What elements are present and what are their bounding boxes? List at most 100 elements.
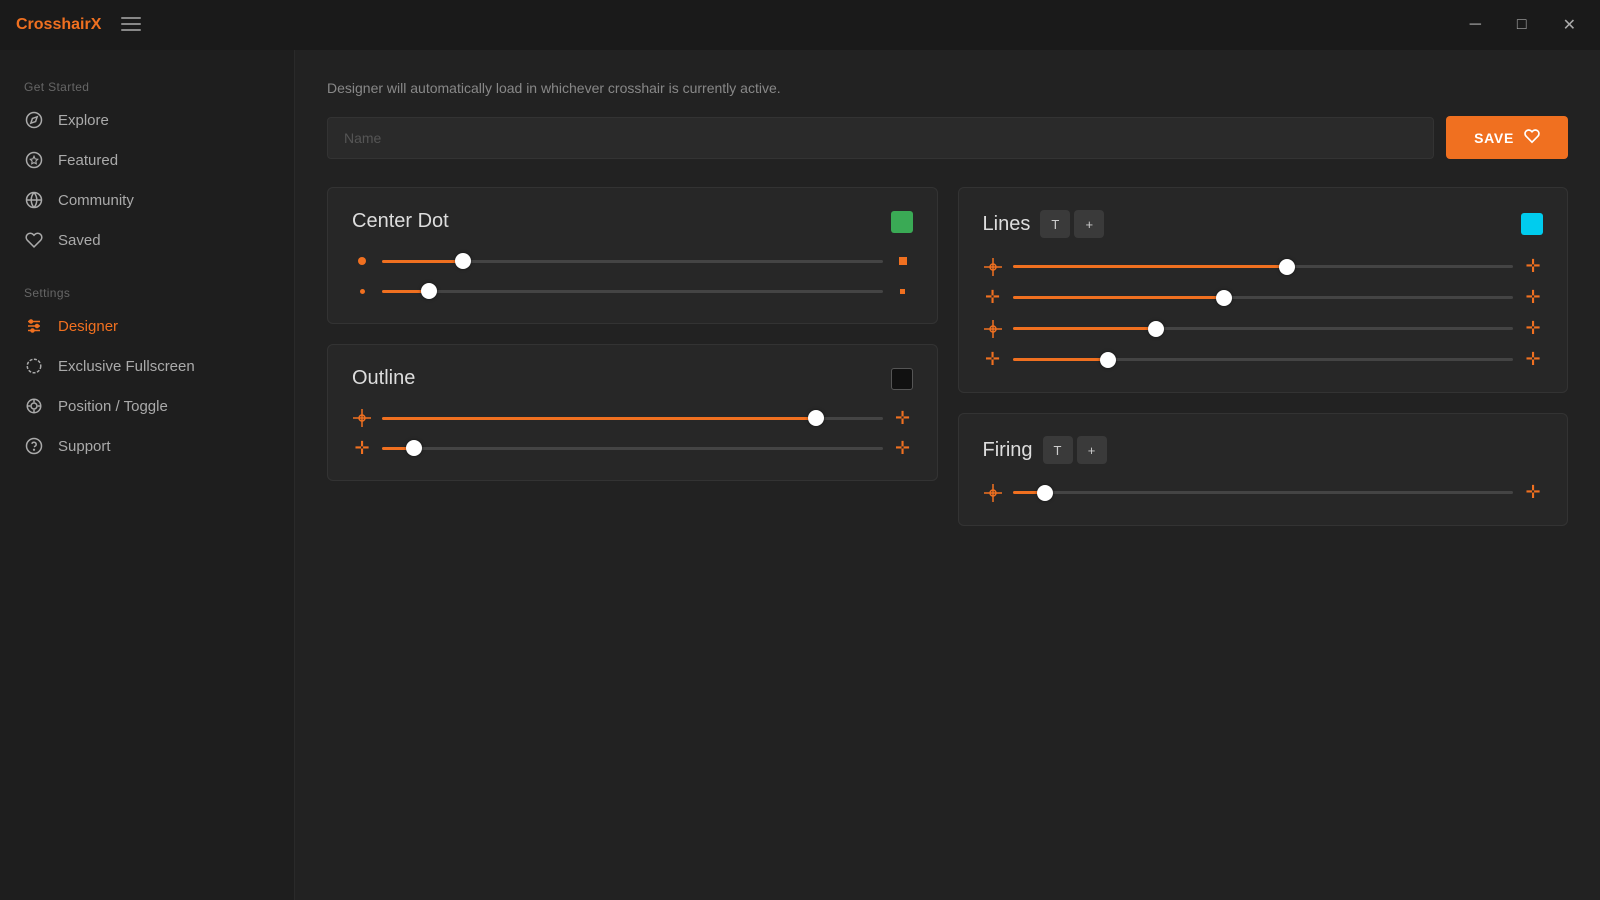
- sidebar-item-designer[interactable]: Designer: [0, 306, 294, 346]
- firing-slider-1[interactable]: [1013, 491, 1514, 494]
- outline-slider-2-wrap: [382, 438, 883, 458]
- lines-tab-t[interactable]: T: [1040, 210, 1070, 238]
- maximize-button[interactable]: □: [1509, 12, 1535, 38]
- question-icon: [24, 436, 44, 456]
- outline-crosshair-icon-left-2: ✛: [352, 439, 372, 457]
- lines-slider-3[interactable]: [1013, 327, 1514, 330]
- outline-crosshair-icon-right-2: ✛: [893, 439, 913, 457]
- outline-slider-row-1: ✛: [352, 408, 913, 428]
- lines-panel: Lines T +: [958, 187, 1569, 393]
- sidebar-item-saved[interactable]: Saved: [0, 220, 294, 260]
- firing-crosshair-icon-right-1: ✛: [1523, 482, 1543, 503]
- outline-slider-2[interactable]: [382, 447, 883, 450]
- close-button[interactable]: ✕: [1555, 11, 1584, 39]
- center-dot-slider-1-wrap: [382, 251, 883, 271]
- firing-tabs: T +: [1043, 436, 1107, 464]
- lines-slider-1[interactable]: [1013, 265, 1514, 268]
- lines-slider-1-wrap: [1013, 257, 1514, 277]
- outline-slider-row-2: ✛ ✛: [352, 438, 913, 458]
- lines-slider-4-wrap: [1013, 350, 1514, 370]
- sidebar-item-community[interactable]: Community: [0, 180, 294, 220]
- firing-title-group: Firing T +: [983, 436, 1107, 464]
- lines-color-swatch[interactable]: [1521, 213, 1543, 235]
- center-dot-color-swatch[interactable]: [891, 211, 913, 233]
- lines-slider-row-4: ✛ ✛: [983, 349, 1544, 370]
- sidebar-label-support: Support: [58, 438, 111, 455]
- center-dot-sq-icon-1: [893, 257, 913, 265]
- sidebar-section-settings: Settings: [0, 276, 294, 306]
- outline-slider-1-wrap: [382, 408, 883, 428]
- target-icon: [24, 396, 44, 416]
- menu-button[interactable]: [121, 15, 141, 36]
- lines-slider-2-wrap: [1013, 288, 1514, 308]
- outline-crosshair-icon-left-1: [352, 409, 372, 427]
- center-dot-header: Center Dot: [352, 210, 913, 233]
- outline-header: Outline: [352, 367, 913, 390]
- center-dot-slider-row-2: [352, 281, 913, 301]
- lines-slider-row-1: ✛: [983, 256, 1544, 277]
- sidebar-section-get-started: Get Started: [0, 70, 294, 100]
- app-name-x: X: [91, 16, 102, 33]
- center-dot-slider-1[interactable]: [382, 260, 883, 263]
- center-dot-sq-icon-2: [893, 289, 913, 294]
- sidebar-item-explore[interactable]: Explore: [0, 100, 294, 140]
- app-title: CrosshairX: [16, 16, 101, 34]
- outline-color-swatch[interactable]: [891, 368, 913, 390]
- lines-crosshair-icon-right-3: ✛: [1523, 318, 1543, 339]
- right-panels: Lines T +: [958, 187, 1569, 526]
- lines-crosshair-icon-right-2: ✛: [1523, 287, 1543, 308]
- sidebar-item-exclusive-fullscreen[interactable]: Exclusive Fullscreen: [0, 346, 294, 386]
- center-dot-panel: Center Dot: [327, 187, 938, 324]
- firing-header: Firing T +: [983, 436, 1544, 464]
- lines-slider-2[interactable]: [1013, 296, 1514, 299]
- window-controls: ─ □ ✕: [1462, 11, 1584, 39]
- compass-icon: [24, 110, 44, 130]
- firing-crosshair-icon-left-1: [983, 484, 1003, 502]
- panels-grid: Center Dot: [327, 187, 1568, 526]
- main-layout: Get Started Explore Featured Community: [0, 50, 1600, 900]
- outline-crosshair-icon-right-1: ✛: [893, 409, 913, 427]
- center-dot-slider-2[interactable]: [382, 290, 883, 293]
- firing-panel: Firing T +: [958, 413, 1569, 526]
- content-description: Designer will automatically load in whic…: [327, 80, 1568, 96]
- globe-icon: [24, 190, 44, 210]
- heart-save-icon: [1524, 128, 1540, 147]
- firing-tab-t[interactable]: T: [1043, 436, 1073, 464]
- lines-slider-4[interactable]: [1013, 358, 1514, 361]
- firing-tab-plus[interactable]: +: [1077, 436, 1107, 464]
- outline-title: Outline: [352, 367, 415, 390]
- lines-crosshair-icon-left-1: [983, 258, 1003, 276]
- star-circle-icon: [24, 150, 44, 170]
- center-dot-slider-row-1: [352, 251, 913, 271]
- sidebar: Get Started Explore Featured Community: [0, 50, 295, 900]
- firing-slider-1-wrap: [1013, 483, 1514, 503]
- firing-title: Firing: [983, 439, 1033, 462]
- lines-tabs: T +: [1040, 210, 1104, 238]
- sidebar-label-position-toggle: Position / Toggle: [58, 398, 168, 415]
- name-input[interactable]: [327, 117, 1434, 159]
- lines-tab-plus[interactable]: +: [1074, 210, 1104, 238]
- fullscreen-icon: [24, 356, 44, 376]
- sidebar-item-featured[interactable]: Featured: [0, 140, 294, 180]
- center-dot-title: Center Dot: [352, 210, 449, 233]
- sidebar-item-support[interactable]: Support: [0, 426, 294, 466]
- content-area: Designer will automatically load in whic…: [295, 50, 1600, 900]
- titlebar-left: CrosshairX: [16, 15, 141, 36]
- sidebar-item-position-toggle[interactable]: Position / Toggle: [0, 386, 294, 426]
- outline-panel: Outline ✛: [327, 344, 938, 481]
- center-dot-slider-2-wrap: [382, 281, 883, 301]
- sidebar-label-featured: Featured: [58, 152, 118, 169]
- save-button[interactable]: SAVE: [1446, 116, 1568, 159]
- sidebar-label-exclusive-fullscreen: Exclusive Fullscreen: [58, 358, 195, 375]
- outline-slider-1[interactable]: [382, 417, 883, 420]
- titlebar: CrosshairX ─ □ ✕: [0, 0, 1600, 50]
- save-label: SAVE: [1474, 130, 1514, 146]
- lines-slider-row-3: ✛: [983, 318, 1544, 339]
- lines-crosshair-icon-right-4: ✛: [1523, 349, 1543, 370]
- lines-title: Lines: [983, 213, 1031, 236]
- sidebar-label-explore: Explore: [58, 112, 109, 129]
- firing-slider-row-1: ✛: [983, 482, 1544, 503]
- name-save-row: SAVE: [327, 116, 1568, 159]
- minimize-button[interactable]: ─: [1462, 12, 1489, 38]
- sliders-icon: [24, 316, 44, 336]
